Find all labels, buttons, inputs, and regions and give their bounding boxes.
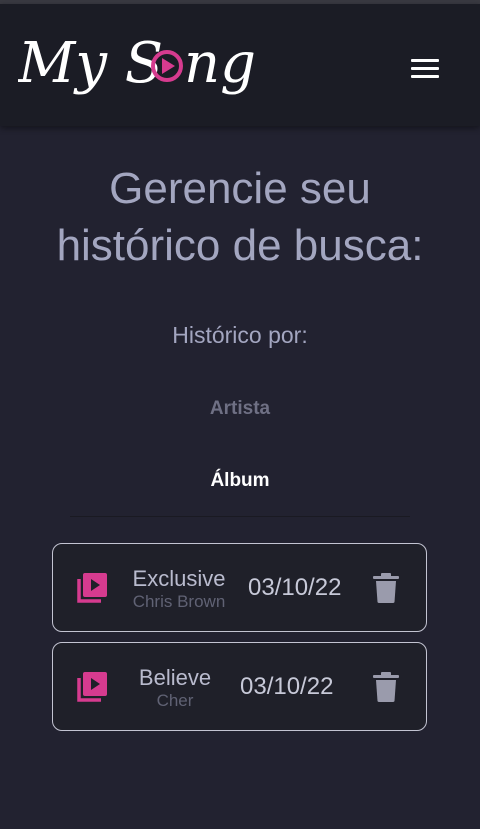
app-logo[interactable]: My S ng <box>18 24 258 104</box>
hamburger-menu-icon[interactable] <box>402 48 448 88</box>
album-name: Believe <box>138 665 212 690</box>
trash-icon[interactable] <box>371 671 401 703</box>
search-date: 03/10/22 <box>240 673 334 700</box>
album-play-icon <box>77 573 107 603</box>
history-item[interactable]: Exclusive Chris Brown 03/10/22 <box>52 543 427 632</box>
album-play-icon <box>77 672 107 702</box>
search-date: 03/10/22 <box>248 574 342 601</box>
hamburger-line <box>411 58 439 62</box>
logo-text-start: My S <box>18 31 163 96</box>
tab-artist[interactable]: Artista <box>0 398 480 420</box>
artist-name: Cher <box>156 691 194 710</box>
app-header: My S ng <box>0 4 480 126</box>
album-name: Exclusive <box>132 566 226 591</box>
page-title-line-1: Gerencie seu <box>109 164 371 213</box>
logo-text-end: ng <box>184 31 256 96</box>
page-title-line-2: histórico de busca: <box>56 221 424 270</box>
hamburger-line <box>411 66 439 70</box>
history-item[interactable]: Believe Cher 03/10/22 <box>52 642 427 731</box>
hamburger-line <box>411 74 439 78</box>
tab-album[interactable]: Álbum <box>0 470 480 492</box>
artist-name: Chris Brown <box>132 592 226 611</box>
page-title: Gerencie seu histórico de busca: <box>0 160 480 274</box>
trash-icon[interactable] <box>371 572 401 604</box>
tabs-divider <box>70 516 410 517</box>
history-by-label: Histórico por: <box>172 322 308 348</box>
